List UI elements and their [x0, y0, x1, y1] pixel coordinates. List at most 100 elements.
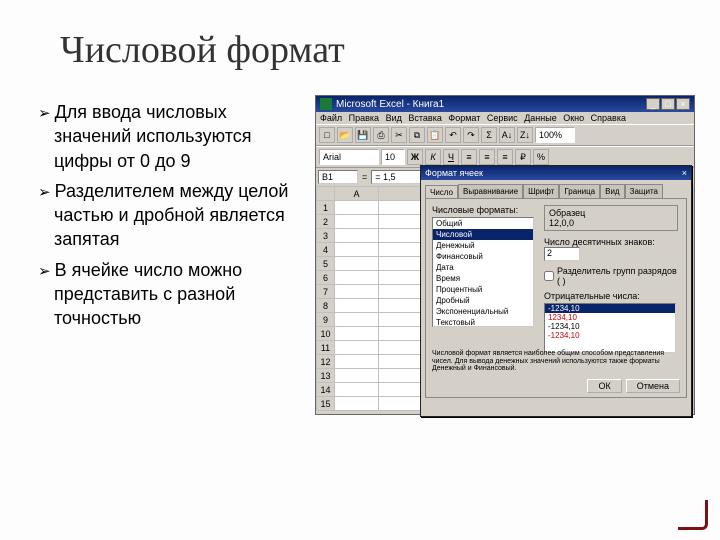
- close-button[interactable]: ×: [676, 98, 690, 110]
- separator-row[interactable]: Разделитель групп разрядов ( ): [544, 266, 678, 286]
- tab-view[interactable]: Вид: [600, 184, 624, 198]
- neg-item[interactable]: -1234,10: [545, 322, 675, 331]
- tab-protection[interactable]: Защита: [625, 184, 663, 198]
- row-header[interactable]: 6: [317, 271, 335, 285]
- neg-item[interactable]: -1234,10: [545, 331, 675, 340]
- excel-icon: [320, 98, 332, 110]
- new-icon[interactable]: □: [319, 127, 335, 143]
- cat-item[interactable]: Текстовый: [433, 317, 533, 327]
- row-header[interactable]: 5: [317, 257, 335, 271]
- row-header[interactable]: 2: [317, 215, 335, 229]
- sample-box: Образец 12,0,0: [544, 205, 678, 231]
- sample-value: 12,0,0: [549, 218, 673, 228]
- minimize-button[interactable]: _: [646, 98, 660, 110]
- cancel-button[interactable]: Отмена: [626, 379, 680, 393]
- menu-item[interactable]: Сервис: [487, 113, 518, 123]
- row-header[interactable]: 15: [317, 397, 335, 411]
- cat-item[interactable]: Денежный: [433, 240, 533, 251]
- sort-desc-icon[interactable]: Z↓: [517, 127, 533, 143]
- size-box[interactable]: 10: [381, 149, 405, 165]
- paste-icon[interactable]: 📋: [427, 127, 443, 143]
- bullet-list: Для ввода числовых значений используются…: [38, 100, 308, 337]
- redo-icon[interactable]: ↷: [463, 127, 479, 143]
- align-center-icon[interactable]: ≡: [479, 149, 495, 165]
- currency-icon[interactable]: ₽: [515, 149, 531, 165]
- cat-item-selected[interactable]: Числовой: [433, 229, 533, 240]
- menu-item[interactable]: Файл: [320, 113, 342, 123]
- row-header[interactable]: 10: [317, 327, 335, 341]
- align-left-icon[interactable]: ≡: [461, 149, 477, 165]
- menu-item[interactable]: Формат: [448, 113, 480, 123]
- open-icon[interactable]: 📂: [337, 127, 353, 143]
- cat-item[interactable]: Финансовый: [433, 251, 533, 262]
- italic-icon[interactable]: К: [425, 149, 441, 165]
- maximize-button[interactable]: □: [661, 98, 675, 110]
- dialog-tabs: Число Выравнивание Шрифт Граница Вид Защ…: [421, 180, 691, 198]
- row-header[interactable]: 13: [317, 369, 335, 383]
- separator-label: Разделитель групп разрядов ( ): [557, 266, 678, 286]
- neg-item[interactable]: -1234,10: [545, 304, 675, 313]
- menu-item[interactable]: Правка: [349, 113, 379, 123]
- negative-label: Отрицательные числа:: [544, 291, 678, 301]
- dialog-title: Формат ячеек: [425, 168, 483, 178]
- row-header[interactable]: 1: [317, 201, 335, 215]
- font-box[interactable]: Arial: [319, 149, 379, 165]
- menu-item[interactable]: Вставка: [408, 113, 441, 123]
- underline-icon[interactable]: Ч: [443, 149, 459, 165]
- tab-alignment[interactable]: Выравнивание: [458, 184, 523, 198]
- menu-item[interactable]: Окно: [563, 113, 584, 123]
- cat-item[interactable]: Дробный: [433, 295, 533, 306]
- row-header[interactable]: 7: [317, 285, 335, 299]
- undo-icon[interactable]: ↶: [445, 127, 461, 143]
- description-text: Числовой формат является наиболее общим …: [432, 350, 680, 373]
- tab-border[interactable]: Граница: [559, 184, 600, 198]
- menu-item[interactable]: Данные: [524, 113, 557, 123]
- cat-item[interactable]: Процентный: [433, 284, 533, 295]
- menu-bar[interactable]: Файл Правка Вид Вставка Формат Сервис Да…: [316, 112, 694, 124]
- bold-icon[interactable]: Ж: [407, 149, 423, 165]
- ok-button[interactable]: ОК: [587, 379, 621, 393]
- tab-number[interactable]: Число: [425, 185, 458, 199]
- bullet-item: В ячейке число можно представить с разно…: [38, 258, 308, 331]
- decimals-input[interactable]: 2: [544, 247, 580, 261]
- row-header[interactable]: 14: [317, 383, 335, 397]
- row-header[interactable]: 12: [317, 355, 335, 369]
- sum-icon[interactable]: Σ: [481, 127, 497, 143]
- dialog-titlebar: Формат ячеек ×: [421, 166, 691, 180]
- save-icon[interactable]: 💾: [355, 127, 371, 143]
- cut-icon[interactable]: ✂: [391, 127, 407, 143]
- row-header[interactable]: 8: [317, 299, 335, 313]
- neg-item[interactable]: 1234,10: [545, 313, 675, 322]
- decimals-label: Число десятичных знаков:: [544, 237, 655, 247]
- category-list[interactable]: Общий Числовой Денежный Финансовый Дата …: [432, 217, 534, 327]
- tab-font[interactable]: Шрифт: [523, 184, 559, 198]
- copy-icon[interactable]: ⧉: [409, 127, 425, 143]
- excel-titlebar: Microsoft Excel - Книга1 _ □ ×: [316, 96, 694, 112]
- menu-item[interactable]: Справка: [591, 113, 626, 123]
- menu-item[interactable]: Вид: [386, 113, 402, 123]
- cat-item[interactable]: Время: [433, 273, 533, 284]
- print-icon[interactable]: ⎙: [373, 127, 389, 143]
- align-right-icon[interactable]: ≡: [497, 149, 513, 165]
- slide-corner-decoration: [678, 500, 708, 530]
- cat-item[interactable]: Экспоненциальный: [433, 306, 533, 317]
- cat-item[interactable]: Общий: [433, 218, 533, 229]
- separator-checkbox[interactable]: [544, 271, 554, 281]
- cat-item[interactable]: Дата: [433, 262, 533, 273]
- row-header[interactable]: 3: [317, 229, 335, 243]
- zoom-box[interactable]: 100%: [535, 127, 575, 143]
- bullet-item: Для ввода числовых значений используются…: [38, 100, 308, 173]
- row-header[interactable]: 11: [317, 341, 335, 355]
- negative-list[interactable]: -1234,10 1234,10 -1234,10 -1234,10: [544, 303, 676, 353]
- cell[interactable]: [335, 201, 379, 215]
- name-box[interactable]: B1: [318, 170, 358, 184]
- row-header[interactable]: 4: [317, 243, 335, 257]
- row-header[interactable]: 9: [317, 313, 335, 327]
- decimals-row: Число десятичных знаков: 2: [544, 237, 678, 261]
- sort-asc-icon[interactable]: A↓: [499, 127, 515, 143]
- tab-content: Числовые форматы: Общий Числовой Денежны…: [425, 198, 687, 398]
- col-header[interactable]: A: [335, 187, 379, 201]
- close-icon[interactable]: ×: [682, 168, 687, 178]
- percent-icon[interactable]: %: [533, 149, 549, 165]
- col-header[interactable]: [317, 187, 335, 201]
